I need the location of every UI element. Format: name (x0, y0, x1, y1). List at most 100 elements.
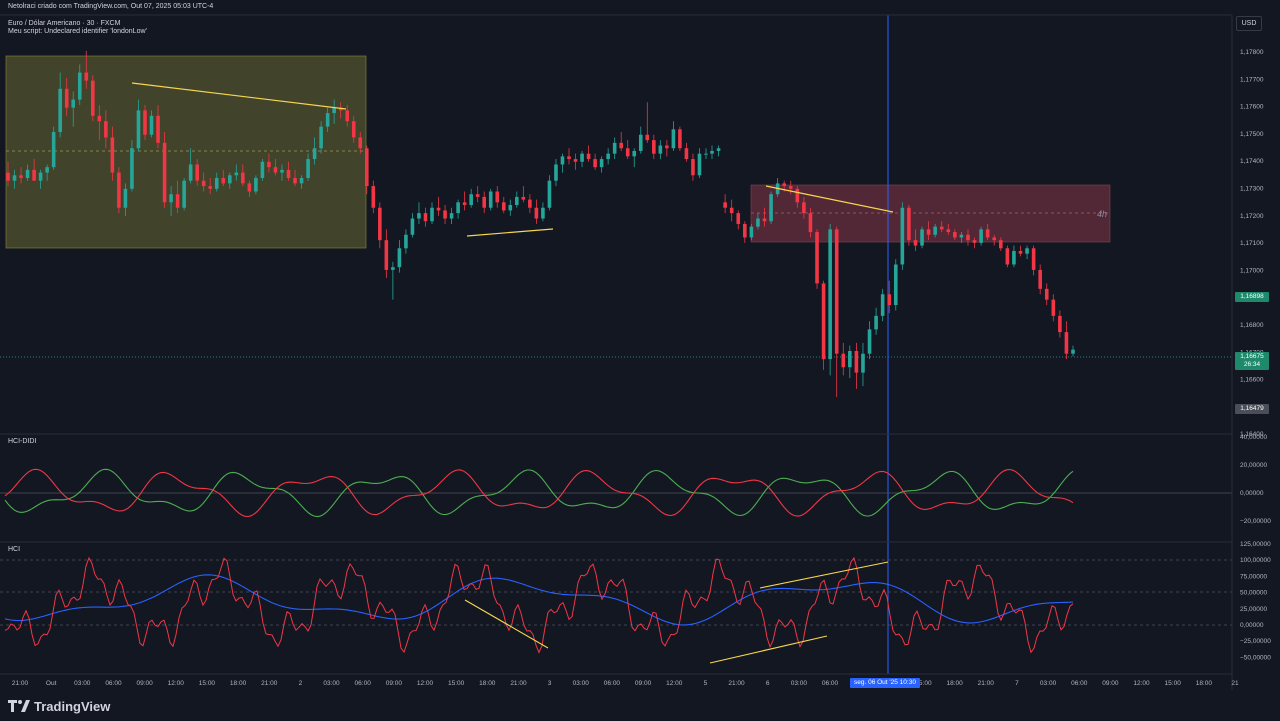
candle-body (756, 218, 760, 227)
time-tick-label: 12:00 (666, 680, 683, 687)
candle-body (19, 175, 23, 178)
candle-body (195, 164, 199, 181)
time-tick-label: 21:00 (728, 680, 745, 687)
time-tick-label: 12:00 (1133, 680, 1150, 687)
candle-body (169, 194, 173, 203)
candle-body (808, 213, 813, 233)
hci-divergence-line (709, 635, 828, 664)
candle-body (729, 207, 734, 214)
candle-body (1031, 248, 1036, 270)
candle-body (430, 207, 434, 222)
time-crosshair-label: seg. 06 Out '25 10:30 (850, 678, 920, 688)
candle-body (241, 172, 245, 184)
hci-divergence-line (759, 561, 889, 589)
candle-body (612, 142, 617, 154)
candle-body (645, 134, 650, 141)
time-tick-label: 06:00 (604, 680, 621, 687)
footer-bar (0, 690, 1280, 721)
time-tick-label: 18:00 (946, 680, 963, 687)
box-timeframe-label: 4h (1097, 209, 1108, 219)
candle-body (488, 191, 493, 208)
candle-body (6, 172, 10, 181)
time-tick-label: 21 (1231, 680, 1239, 687)
candle-body (691, 159, 695, 176)
time-tick-label: 03:00 (791, 680, 808, 687)
brand-text: TradingView (34, 698, 111, 714)
candle-body (528, 199, 532, 208)
candle-body (84, 72, 89, 81)
pane2-tick-label: −50,00000 (1240, 654, 1271, 661)
time-tick-label: 06:00 (1071, 680, 1088, 687)
candle-body (521, 196, 526, 200)
tradingview-logo[interactable]: TradingView (8, 697, 110, 715)
candle-body (130, 148, 134, 189)
candle-body (423, 213, 428, 222)
candle-body (802, 202, 806, 214)
price-tick-label: 1,16600 (1240, 377, 1264, 384)
pane1-title: HCI-DIDI (8, 438, 37, 445)
candle-body (260, 161, 265, 178)
candle-body (854, 351, 859, 373)
candle-body (71, 99, 76, 108)
hci-divergence-line (464, 599, 549, 649)
time-tick-label: 15:00 (1165, 680, 1182, 687)
candle-body (999, 240, 1003, 249)
candle-body (136, 110, 141, 149)
symbol-title[interactable]: Euro / Dólar Americano · 30 · FXCM (8, 20, 120, 27)
candle-body (966, 234, 970, 241)
price-tick-label: 1,17500 (1240, 131, 1264, 138)
candle-body (45, 167, 49, 173)
currency-button[interactable]: USD (1236, 16, 1262, 31)
candle-body (325, 113, 330, 127)
time-tick-label: 09:00 (136, 680, 153, 687)
candle-body (619, 142, 623, 149)
candle-body (117, 172, 121, 208)
candle-countdown: 26:34 (1243, 361, 1261, 368)
candle-body (501, 202, 506, 211)
script-error-text: Meu script: Undeclared identifier 'londo… (8, 28, 147, 35)
candle-body (345, 110, 350, 122)
candle-body (469, 194, 473, 206)
candle-body (299, 177, 304, 184)
candle-body (828, 229, 832, 360)
candle-body (175, 194, 180, 208)
price-tick-label: 1,17200 (1240, 213, 1264, 220)
candle-body (312, 148, 317, 160)
candle-body (371, 186, 376, 208)
candle-body (573, 159, 578, 162)
time-tick-label: 03:00 (74, 680, 91, 687)
time-tick-label: 15:00 (199, 680, 216, 687)
candle-body (979, 229, 983, 243)
candle-body (1025, 248, 1029, 254)
price-label-green: 1,16898 (1235, 292, 1269, 302)
price-tick-label: 1,17400 (1240, 158, 1264, 165)
current-price-text: 1,16675 (1240, 353, 1264, 360)
candle-body (867, 329, 872, 354)
candle-body (900, 207, 905, 265)
candle-body (606, 153, 610, 160)
candle-body (1051, 299, 1056, 316)
candle-body (697, 153, 702, 176)
candle-body (788, 186, 793, 189)
time-tick-label: 5 (704, 680, 708, 687)
candle-body (795, 188, 800, 203)
chart-area[interactable]: 1,17800 1,17700 1,17600 1,17500 1,17400 1,173… (0, 0, 1280, 721)
candle-body (782, 183, 786, 187)
pane1-tick-label: −20,00000 (1240, 518, 1271, 525)
candle-body (926, 229, 931, 235)
candle-body (1038, 269, 1042, 289)
candle-body (462, 202, 467, 206)
candle-body (972, 240, 977, 243)
candle-body (723, 202, 727, 208)
candle-body (834, 229, 839, 354)
time-tick-label: Out (46, 680, 57, 687)
time-tick-label: 03:00 (1040, 680, 1057, 687)
candle-body (156, 115, 160, 143)
chart-canvas[interactable]: 1,17800 1,17700 1,17600 1,17500 1,17400 1,173… (0, 0, 1280, 721)
candle-body (985, 229, 990, 238)
candle-body (580, 153, 584, 162)
time-tick-label: 06:00 (355, 680, 372, 687)
candle-body (913, 240, 918, 246)
candle-body (567, 156, 571, 160)
candle-body (32, 169, 36, 181)
